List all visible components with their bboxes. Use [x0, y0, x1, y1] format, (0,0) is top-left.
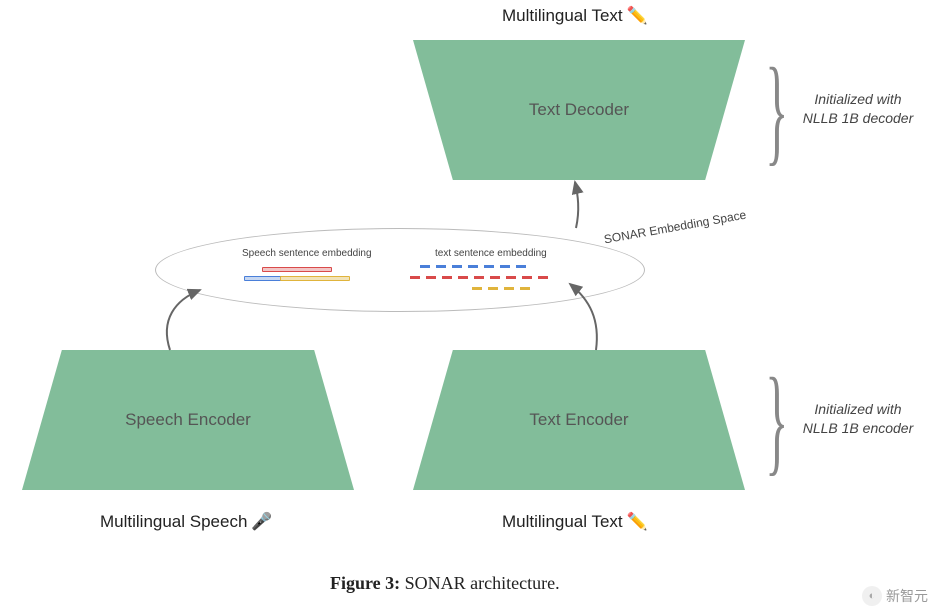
dash-blue: [484, 265, 494, 268]
pencil-icon: ✏️: [627, 6, 648, 26]
dash-red: [522, 276, 532, 279]
arrow-speech-to-embedding: [167, 290, 200, 350]
watermark-text: 新智元: [886, 586, 928, 606]
dash-red: [538, 276, 548, 279]
encoder-annotation: Initialized with NLLB 1B encoder: [798, 400, 918, 438]
watermark: ◐ 新智元: [862, 586, 928, 606]
speech-encoder-label: Speech Encoder: [125, 410, 251, 430]
dash-blue: [420, 265, 430, 268]
speech-encoder-block: Speech Encoder: [22, 350, 354, 490]
decoder-brace: }: [765, 50, 788, 170]
dash-yellow: [472, 287, 482, 290]
arrow-embedding-to-decoder: [575, 182, 578, 228]
mic-icon: 🎤: [251, 512, 272, 532]
caption-prefix: Figure 3:: [330, 573, 400, 593]
dash-yellow: [520, 287, 530, 290]
label-text: Multilingual Speech: [100, 512, 247, 532]
speech-embedding-label: Speech sentence embedding: [242, 248, 372, 259]
dash-red: [490, 276, 500, 279]
dash-red: [426, 276, 436, 279]
speech-bar-yellow: [280, 276, 350, 281]
pencil-icon: ✏️: [627, 512, 648, 532]
watermark-logo-icon: ◐: [862, 586, 882, 606]
dash-blue: [452, 265, 462, 268]
dash-yellow: [504, 287, 514, 290]
dash-blue: [436, 265, 446, 268]
text-encoder-label: Text Encoder: [529, 410, 628, 430]
caption-text: SONAR architecture.: [400, 573, 559, 593]
dash-yellow: [488, 287, 498, 290]
figure-caption: Figure 3: SONAR architecture.: [330, 573, 560, 594]
text-decoder-block: Text Decoder: [413, 40, 745, 180]
dash-blue: [516, 265, 526, 268]
dash-red: [506, 276, 516, 279]
label-text: Multilingual Text: [502, 6, 623, 26]
text-decoder-label: Text Decoder: [529, 100, 629, 120]
dash-blue: [468, 265, 478, 268]
bottom-multilingual-text-label: Multilingual Text ✏️: [502, 512, 648, 532]
dash-red: [410, 276, 420, 279]
decoder-annotation: Initialized with NLLB 1B decoder: [798, 90, 918, 128]
dash-red: [458, 276, 468, 279]
text-encoder-block: Text Encoder: [413, 350, 745, 490]
encoder-brace: }: [765, 360, 788, 480]
embedding-space-label: SONAR Embedding Space: [603, 208, 747, 247]
dash-red: [442, 276, 452, 279]
embedding-space-ellipse: [155, 228, 645, 312]
label-text: Multilingual Text: [502, 512, 623, 532]
top-multilingual-text-label: Multilingual Text ✏️: [502, 6, 648, 26]
dash-blue: [500, 265, 510, 268]
bottom-multilingual-speech-label: Multilingual Speech 🎤: [100, 512, 273, 532]
speech-bar-red: [262, 267, 332, 272]
dash-red: [474, 276, 484, 279]
text-embedding-label: text sentence embedding: [435, 248, 547, 259]
